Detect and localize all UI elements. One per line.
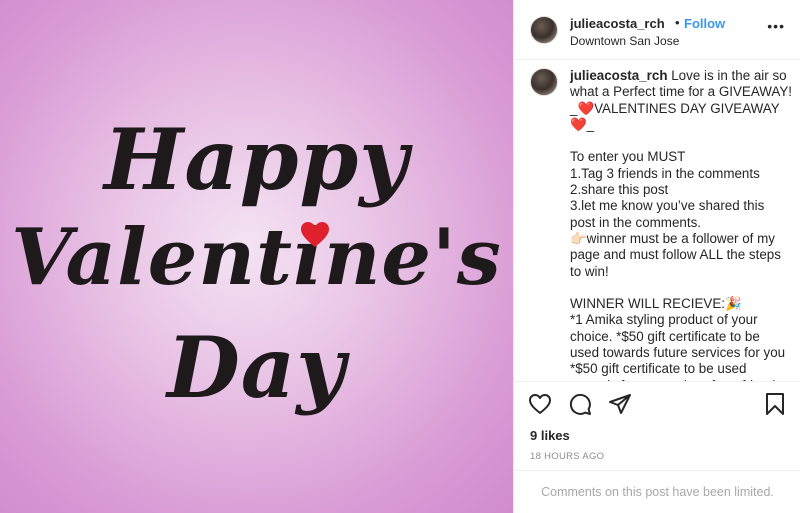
paper-plane-icon[interactable] xyxy=(608,392,632,416)
location-link[interactable]: Downtown San Jose xyxy=(570,34,679,48)
separator-dot: • xyxy=(675,15,680,30)
image-text-happy: Happy xyxy=(103,110,410,209)
action-bar xyxy=(514,392,800,420)
red-heart-icon xyxy=(301,222,329,247)
likes-count[interactable]: 9 likes xyxy=(530,428,570,443)
post-header: julieacosta_rch • Follow Downtown San Jo… xyxy=(514,0,800,60)
post-image[interactable]: Happy Valentine's Day xyxy=(0,0,513,513)
avatar[interactable] xyxy=(530,68,558,96)
caption-username[interactable]: julieacosta_rch xyxy=(570,68,668,83)
image-text-day: Day xyxy=(166,318,347,417)
username-link[interactable]: julieacosta_rch xyxy=(570,16,665,31)
comments-limited-notice: Comments on this post have been limited. xyxy=(514,470,800,513)
caption: julieacosta_rch Love is in the air so wh… xyxy=(570,68,793,381)
caption-area: julieacosta_rch Love is in the air so wh… xyxy=(514,60,800,382)
post-side-panel: julieacosta_rch • Follow Downtown San Jo… xyxy=(513,0,800,513)
caption-text: Love is in the air so what a Perfect tim… xyxy=(570,68,793,381)
heart-icon[interactable] xyxy=(528,392,552,416)
comment-bubble-icon[interactable] xyxy=(568,392,592,416)
follow-button[interactable]: Follow xyxy=(684,16,725,31)
bookmark-icon[interactable] xyxy=(763,392,787,416)
post-timestamp[interactable]: 18 HOURS AGO xyxy=(530,451,604,462)
avatar[interactable] xyxy=(530,16,558,44)
image-text-valentines: Valentine's xyxy=(11,212,502,303)
more-options-icon[interactable]: ••• xyxy=(767,18,785,34)
